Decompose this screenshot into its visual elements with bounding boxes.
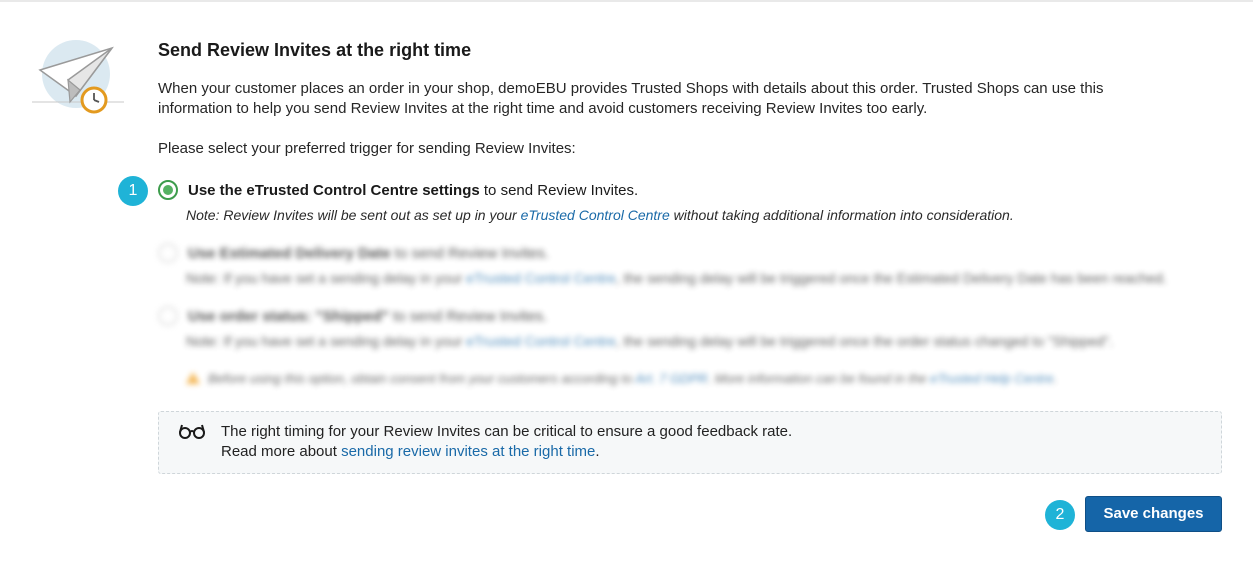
- step-marker-1: 1: [118, 176, 148, 206]
- info-text: The right timing for your Review Invites…: [221, 422, 792, 462]
- help-centre-link[interactable]: eTrusted Help Centre: [930, 371, 1053, 386]
- option-note: Note: If you have set a sending delay in…: [186, 270, 1167, 286]
- option-note: Note: Review Invites will be sent out as…: [186, 207, 1014, 223]
- radio-delivery-date[interactable]: [158, 243, 178, 263]
- timing-help-link[interactable]: sending review invites at the right time: [341, 443, 595, 460]
- trigger-prompt: Please select your preferred trigger for…: [158, 140, 576, 157]
- paper-plane-clock-illustration: [30, 40, 130, 120]
- timing-info-box: The right timing for your Review Invites…: [158, 411, 1222, 474]
- control-centre-link[interactable]: eTrusted Control Centre: [466, 333, 616, 349]
- control-centre-link[interactable]: eTrusted Control Centre: [521, 207, 670, 223]
- step-marker-2: 2: [1045, 500, 1075, 530]
- radio-shipped[interactable]: [158, 306, 178, 326]
- info-line-2: Read more about sending review invites a…: [221, 443, 600, 460]
- gdpr-link[interactable]: Art. 7 GDPR: [635, 371, 707, 386]
- top-divider: [0, 0, 1253, 2]
- glasses-icon: [178, 422, 206, 440]
- main-content: Send Review Invites at the right time Wh…: [158, 38, 1228, 159]
- page-description: When your customer places an order in yo…: [158, 80, 1104, 117]
- option-label: Use Estimated Delivery Date to send Revi…: [188, 245, 550, 262]
- radio-control-centre[interactable]: [158, 180, 178, 200]
- option-label: Use the eTrusted Control Centre settings…: [188, 182, 639, 199]
- option-label: Use order status: "Shipped" to send Revi…: [188, 308, 548, 325]
- option-note: Note: If you have set a sending delay in…: [186, 333, 1113, 349]
- save-changes-button[interactable]: Save changes: [1085, 496, 1222, 532]
- control-centre-link[interactable]: eTrusted Control Centre: [466, 270, 616, 286]
- warning-icon: [186, 372, 200, 384]
- info-line-1: The right timing for your Review Invites…: [221, 423, 793, 440]
- page-title: Send Review Invites at the right time: [158, 40, 472, 60]
- consent-warning: Before using this option, obtain consent…: [186, 369, 1057, 389]
